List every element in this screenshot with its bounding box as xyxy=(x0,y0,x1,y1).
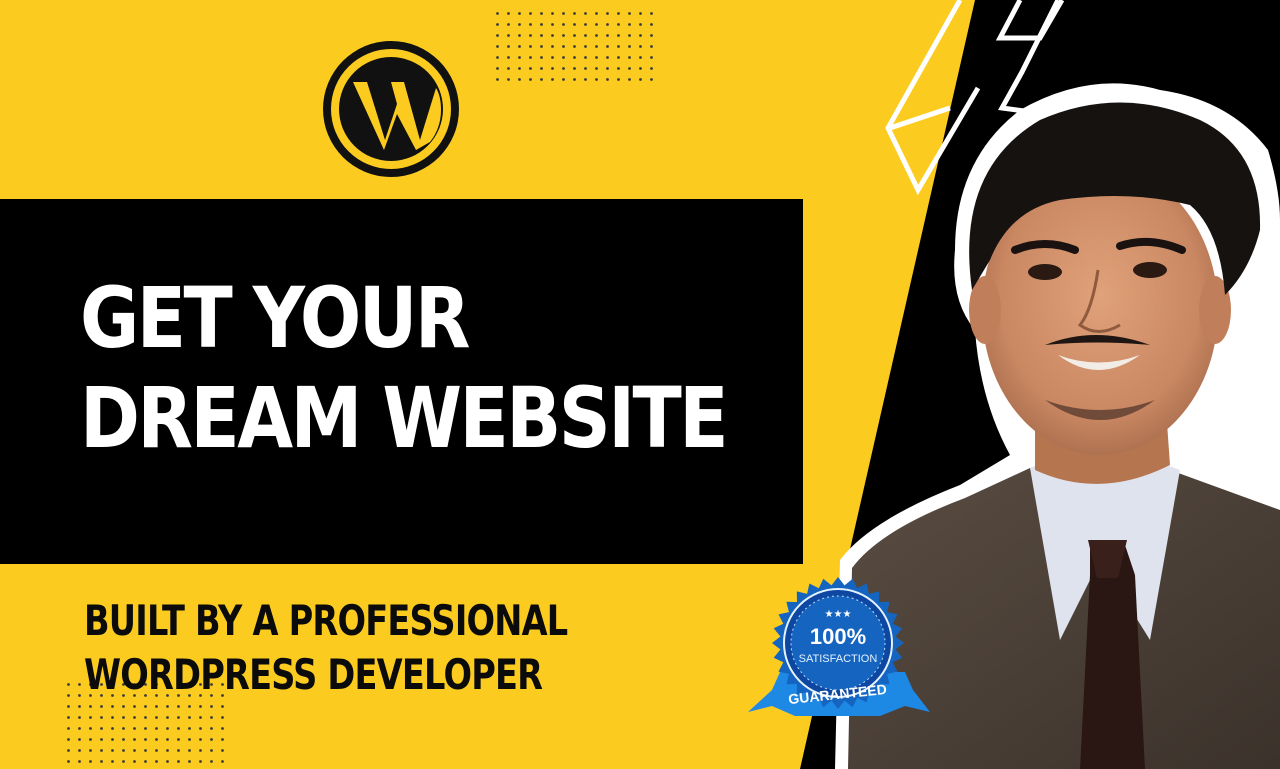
badge-satisfaction: SATISFACTION xyxy=(799,653,878,665)
badge-stars: ★★★ xyxy=(825,609,852,620)
badge-percent: 100% xyxy=(810,624,866,649)
gig-thumbnail: GET YOUR DREAM WEBSITE BUILT BY A PROFES… xyxy=(0,0,1280,769)
satisfaction-guaranteed-badge-icon: ★★★ 100% SATISFACTION GUARANTEED xyxy=(748,577,930,716)
